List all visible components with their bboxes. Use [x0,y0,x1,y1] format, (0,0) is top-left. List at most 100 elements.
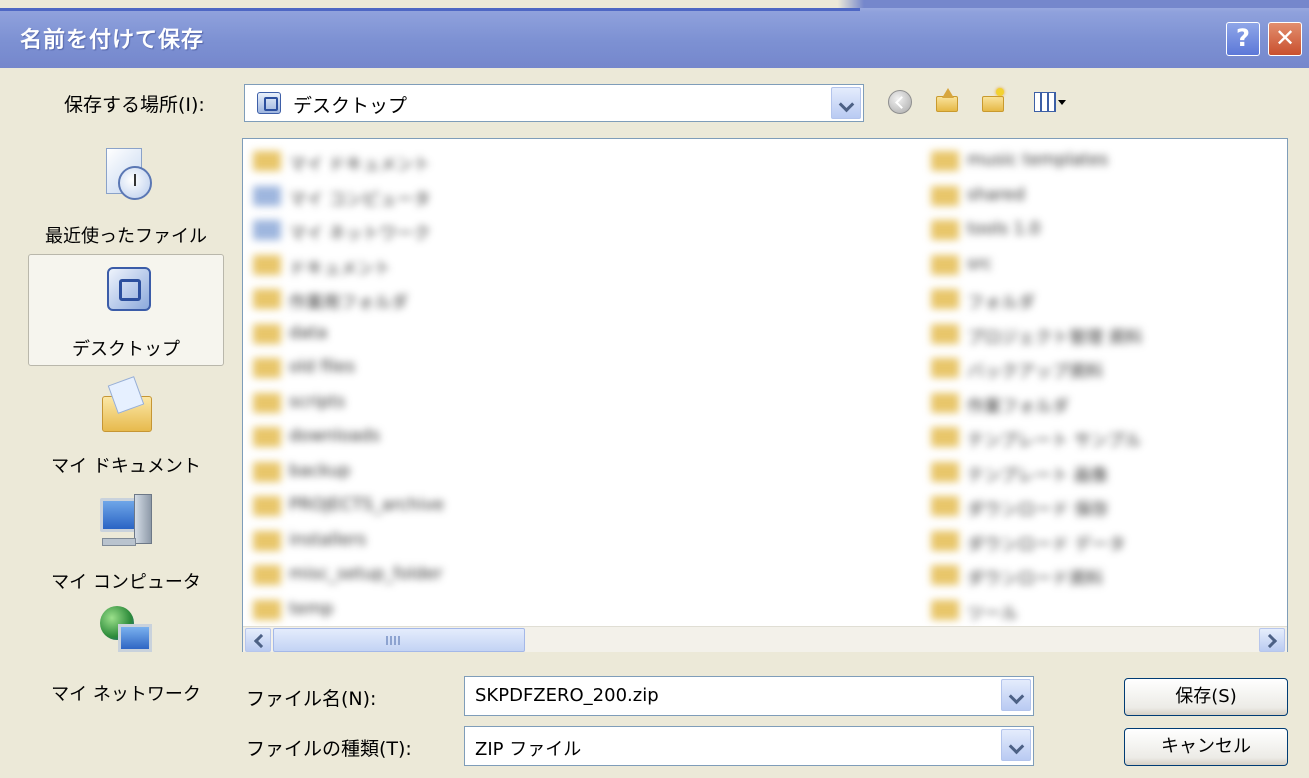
file-name: temp [289,598,334,619]
folder-icon [931,461,959,482]
place-desktop[interactable]: デスクトップ [28,254,224,366]
folder-icon [931,358,959,378]
file-name: backup [289,460,351,481]
place-my-documents[interactable]: マイ ドキュメント [28,370,224,482]
file-name: old files [289,357,356,377]
folder-icon [931,151,959,171]
file-name: テンプレート 画像 [967,465,1108,486]
chevron-down-icon[interactable] [1001,729,1031,761]
folder-icon [931,599,959,620]
chevron-down-icon[interactable] [1001,679,1031,711]
scroll-left-icon[interactable] [245,628,271,652]
folder-icon [931,427,959,447]
file-name: ダウンロード 保存 [967,500,1109,520]
back-button[interactable] [884,86,918,120]
folder-icon [931,530,959,551]
file-name: マイ コンピュータ [289,189,431,210]
file-name: PROJECTS_archive [289,495,445,515]
folder-icon [253,323,281,344]
new-folder-button[interactable] [976,86,1010,120]
file-list[interactable]: マイ ドキュメント マイ コンピュータ マイ ネットワーク ドキュメント 作業用… [242,138,1288,652]
place-recent-label: 最近使ったファイル [45,226,207,247]
folder-icon [253,461,281,482]
file-name: テンプレート サンプル [967,431,1142,451]
title-bar-top-edge [0,0,1309,8]
file-name: ツール [967,603,1018,624]
place-my-computer-label: マイ コンピュータ [51,572,201,593]
file-name: プロジェクト管理 資料 [967,327,1143,348]
save-button[interactable]: 保存(S) [1124,678,1288,716]
save-in-dropdown[interactable]: デスクトップ [244,84,864,122]
folder-icon [253,530,281,551]
title-bar: 名前を付けて保存 ? ✕ [0,0,1309,68]
folder-icon [253,599,281,620]
file-name-value[interactable]: SKPDFZERO_200.zip [475,685,659,706]
views-menu-icon [1034,92,1056,112]
file-name: ダウンロード資料 [967,569,1103,589]
file-name: バックアップ資料 [967,362,1103,382]
views-menu-button[interactable] [1030,86,1066,120]
folder-icon [253,565,281,585]
folder-icon [253,151,281,171]
scroll-thumb[interactable] [273,628,525,652]
help-button[interactable]: ? [1226,22,1260,56]
save-in-label: 保存する場所(I): [64,94,205,116]
folder-icon [253,496,281,516]
places-bar: 最近使ったファイル デスクトップ マイ ドキュメント マイ コンピュータ マイ … [22,136,228,716]
horizontal-scrollbar[interactable] [243,626,1287,652]
desktop-icon [101,263,155,321]
file-type-label: ファイルの種類(T): [246,738,412,760]
folder-icon [931,323,959,344]
folder-icon [931,565,959,585]
recent-documents-icon [100,148,154,206]
my-network-icon [100,606,154,664]
file-name: downloads [289,426,381,446]
up-arrow-icon [942,88,954,98]
my-documents-icon [100,376,154,436]
place-recent[interactable]: 最近使ったファイル [28,140,224,252]
file-name: ダウンロード データ [967,534,1126,555]
file-name: マイ ネットワーク [289,224,431,244]
file-name-field[interactable]: SKPDFZERO_200.zip [464,676,1034,716]
file-name-label: ファイル名(N): [246,688,377,710]
place-my-documents-label: マイ ドキュメント [51,456,201,477]
folder-icon [253,392,281,413]
file-type-dropdown[interactable]: ZIP ファイル [464,726,1034,766]
file-name: data [289,322,328,343]
file-name: shared [967,184,1025,205]
file-name: 作業用フォルダ [289,293,408,313]
file-name: misc_setup_folder [289,564,443,584]
folder-icon [253,289,281,309]
file-name: music templates [967,150,1109,170]
dropdown-arrow-icon [1058,100,1066,105]
scroll-right-icon[interactable] [1259,628,1285,652]
cancel-button[interactable]: キャンセル [1124,728,1288,766]
file-name: フォルダ [967,293,1035,313]
folder-icon [931,496,959,516]
folder-icon [931,185,959,206]
folder-icon [253,254,281,275]
folder-icon [931,289,959,309]
chevron-down-icon[interactable] [831,87,861,119]
desktop-icon [257,92,281,114]
window-title: 名前を付けて保存 [20,28,205,53]
place-my-computer[interactable]: マイ コンピュータ [28,486,224,598]
file-name: ドキュメント [289,258,391,279]
place-my-network[interactable]: マイ ネットワーク [28,598,224,710]
file-name: 作業フォルダ [967,396,1069,417]
system-folder-icon [253,220,281,240]
file-name: src [967,253,992,274]
back-icon [888,90,912,114]
file-type-value: ZIP ファイル [475,739,582,760]
folder-icon [253,427,281,447]
place-my-network-label: マイ ネットワーク [51,684,201,705]
title-bar-accent-line [0,8,860,11]
file-name: マイ ドキュメント [289,155,431,175]
file-name: tools 1.0 [967,219,1041,239]
close-button[interactable]: ✕ [1268,22,1302,56]
folder-icon [253,358,281,378]
folder-icon [931,392,959,413]
system-folder-icon [253,185,281,206]
up-one-level-button[interactable] [930,86,964,120]
folder-icon [931,254,959,275]
